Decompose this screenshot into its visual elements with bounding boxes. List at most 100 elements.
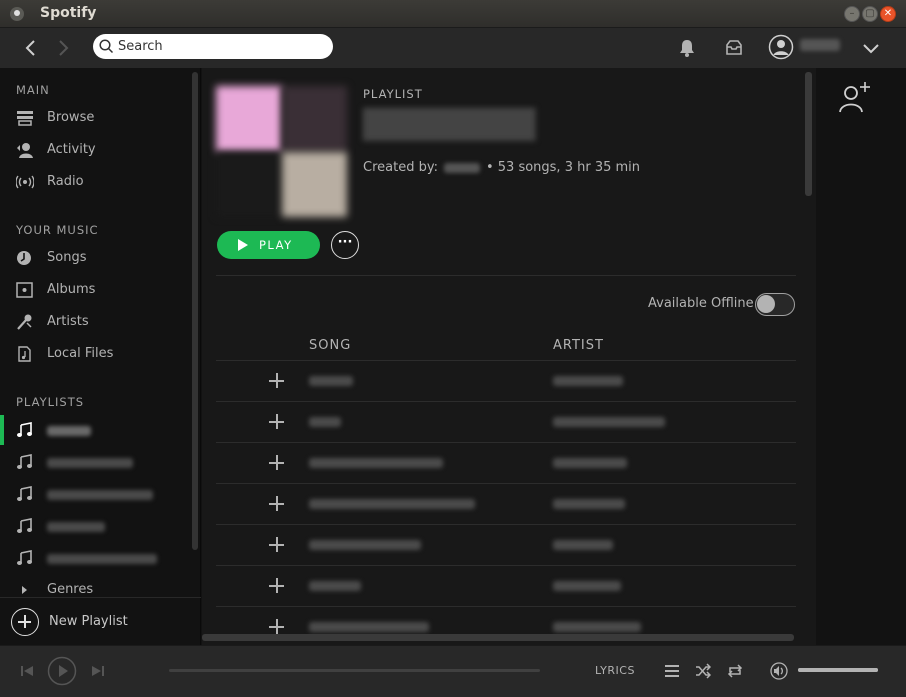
add-track-icon[interactable] bbox=[269, 373, 285, 389]
add-track-icon[interactable] bbox=[269, 455, 285, 471]
cover-tile bbox=[216, 86, 282, 152]
track-title-blurred bbox=[309, 622, 429, 632]
top-nav-bar bbox=[0, 28, 906, 68]
add-track-icon[interactable] bbox=[269, 496, 285, 512]
sidebar-playlist-item[interactable] bbox=[0, 511, 190, 541]
radio-icon bbox=[16, 175, 34, 189]
shuffle-icon[interactable] bbox=[695, 663, 711, 679]
sidebar-scrollbar[interactable] bbox=[192, 72, 198, 550]
available-offline-label: Available Offline bbox=[648, 296, 754, 311]
sidebar-item-label: Genres bbox=[47, 582, 94, 597]
search-icon bbox=[99, 39, 114, 54]
sidebar-item-label: Artists bbox=[47, 314, 89, 329]
add-track-icon[interactable] bbox=[269, 414, 285, 430]
volume-slider[interactable] bbox=[798, 668, 878, 672]
music-note-icon bbox=[17, 422, 32, 437]
inbox-icon[interactable] bbox=[723, 37, 745, 59]
track-artist-blurred bbox=[553, 458, 627, 468]
horizontal-scrollbar[interactable] bbox=[202, 634, 794, 641]
sidebar-item-browse[interactable]: Browse bbox=[0, 103, 190, 133]
sidebar-playlist-item[interactable] bbox=[0, 479, 190, 509]
notifications-bell-icon[interactable] bbox=[676, 37, 698, 59]
sidebar-item-label: Local Files bbox=[47, 346, 114, 361]
music-note-icon bbox=[17, 518, 32, 533]
lyrics-button[interactable]: LYRICS bbox=[595, 664, 635, 677]
track-row[interactable] bbox=[216, 401, 796, 442]
track-artist-blurred bbox=[553, 417, 665, 427]
playlist-name-blurred bbox=[47, 554, 157, 564]
sidebar-item-songs[interactable]: Songs bbox=[0, 243, 190, 273]
sidebar-item-albums[interactable]: Albums bbox=[0, 275, 190, 305]
more-options-button[interactable]: ··· bbox=[331, 231, 359, 259]
username-blurred[interactable] bbox=[800, 39, 840, 51]
play-button[interactable]: PLAY bbox=[217, 231, 320, 259]
play-icon bbox=[238, 239, 248, 251]
browse-icon bbox=[17, 111, 33, 126]
add-track-icon[interactable] bbox=[269, 619, 285, 635]
track-title-blurred bbox=[309, 581, 361, 591]
minimize-button[interactable]: – bbox=[844, 6, 860, 22]
sidebar-item-artists[interactable]: Artists bbox=[0, 307, 190, 337]
track-artist-blurred bbox=[553, 376, 623, 386]
track-title-blurred bbox=[309, 458, 443, 468]
track-title-blurred bbox=[309, 376, 353, 386]
playlist-name-blurred bbox=[47, 522, 105, 532]
previous-track-icon[interactable] bbox=[20, 664, 34, 678]
sidebar-playlist-item[interactable] bbox=[0, 543, 190, 573]
artist-column-header[interactable]: ARTIST bbox=[553, 338, 604, 353]
track-row[interactable] bbox=[216, 483, 796, 524]
sidebar-item-local-files[interactable]: Local Files bbox=[0, 339, 190, 369]
music-note-icon bbox=[17, 550, 32, 565]
friend-activity-panel bbox=[816, 68, 906, 645]
next-track-icon[interactable] bbox=[91, 664, 105, 678]
playlist-type-label: PLAYLIST bbox=[363, 87, 423, 101]
forward-arrow-icon[interactable] bbox=[52, 37, 74, 59]
sidebar-item-activity[interactable]: Activity bbox=[0, 135, 190, 165]
track-title-blurred bbox=[309, 540, 421, 550]
close-button[interactable]: ✕ bbox=[880, 6, 896, 22]
add-track-icon[interactable] bbox=[269, 578, 285, 594]
sidebar-playlist-item[interactable] bbox=[0, 415, 190, 445]
available-offline-toggle[interactable] bbox=[755, 293, 795, 316]
back-arrow-icon[interactable] bbox=[20, 37, 42, 59]
track-artist-blurred bbox=[553, 540, 613, 550]
main-scrollbar[interactable] bbox=[805, 72, 812, 196]
user-avatar-icon[interactable] bbox=[768, 34, 794, 60]
new-playlist-button[interactable]: New Playlist bbox=[0, 597, 201, 645]
local-files-icon bbox=[18, 346, 31, 362]
track-row[interactable] bbox=[216, 360, 796, 401]
albums-icon bbox=[16, 282, 33, 298]
music-note-icon bbox=[17, 486, 32, 501]
sidebar-playlist-item[interactable] bbox=[0, 447, 190, 477]
track-row[interactable] bbox=[216, 442, 796, 483]
progress-bar[interactable] bbox=[169, 669, 540, 672]
music-note-icon bbox=[17, 454, 32, 469]
playlist-name-blurred bbox=[47, 458, 133, 468]
songs-icon bbox=[17, 251, 31, 265]
repeat-icon[interactable] bbox=[727, 663, 743, 679]
add-friend-icon[interactable] bbox=[838, 80, 872, 114]
cover-tile bbox=[281, 151, 347, 217]
track-row[interactable] bbox=[216, 606, 796, 634]
plus-circle-icon bbox=[11, 608, 39, 636]
chevron-down-icon[interactable] bbox=[860, 37, 882, 59]
queue-icon[interactable] bbox=[664, 663, 680, 679]
search-input[interactable] bbox=[118, 37, 323, 56]
track-row[interactable] bbox=[216, 565, 796, 606]
volume-icon[interactable] bbox=[770, 662, 788, 680]
search-box bbox=[93, 34, 333, 59]
track-row[interactable] bbox=[216, 524, 796, 565]
playlist-cover-art bbox=[216, 86, 347, 217]
play-pause-icon[interactable] bbox=[47, 656, 77, 686]
add-track-icon[interactable] bbox=[269, 537, 285, 553]
sidebar-item-label: Browse bbox=[47, 110, 95, 125]
track-artist-blurred bbox=[553, 499, 625, 509]
sidebar-item-radio[interactable]: Radio bbox=[0, 167, 190, 197]
title-bar: Spotify – ▢ ✕ bbox=[0, 0, 906, 28]
volume-fill bbox=[798, 668, 878, 672]
song-column-header[interactable]: SONG bbox=[309, 338, 351, 353]
cover-tile bbox=[281, 86, 347, 152]
owner-name-blurred[interactable] bbox=[443, 162, 480, 173]
maximize-button[interactable]: ▢ bbox=[862, 6, 878, 22]
active-indicator bbox=[0, 415, 4, 445]
